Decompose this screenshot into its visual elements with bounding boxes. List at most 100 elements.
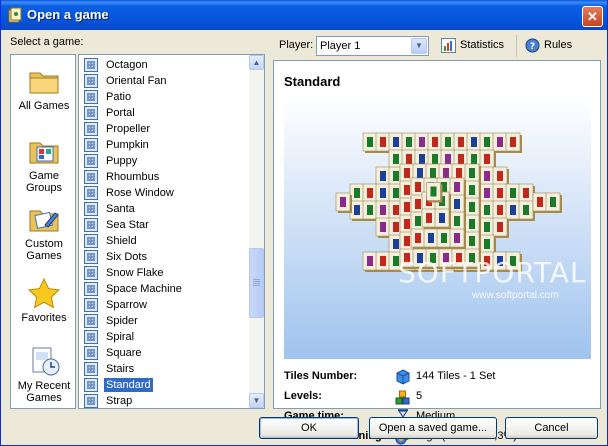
game-layout-icon [84, 154, 98, 168]
category-favorites[interactable]: Favorites [11, 277, 77, 324]
game-list-item[interactable]: Space Machine [83, 281, 249, 297]
folder-icon [29, 72, 59, 94]
game-name: Space Machine [106, 283, 182, 295]
game-name: Puppy [106, 155, 138, 167]
game-title: Standard [284, 74, 341, 89]
game-list-item[interactable]: Square [83, 345, 249, 361]
title-bar[interactable]: Open a game ✕ [1, 0, 607, 30]
game-layout-icon [84, 170, 98, 184]
rules-label: Rules [544, 39, 573, 51]
game-layout-icon [84, 378, 98, 392]
game-layout-icon [84, 346, 98, 360]
game-layout-icon [84, 122, 98, 136]
game-layout-icon [84, 90, 98, 104]
game-list-item[interactable]: Rhoumbus [83, 169, 249, 185]
statistics-label: Statistics [460, 39, 505, 51]
game-list-item[interactable]: Shield [83, 233, 249, 249]
game-list-item[interactable]: Spider [83, 313, 249, 329]
game-name: Rose Window [106, 187, 174, 199]
game-name: Square [106, 347, 142, 359]
game-list-item[interactable]: Octagon [83, 57, 249, 73]
game-name: Standard [104, 378, 153, 392]
tiles-row: Tiles Number: 144 Tiles - 1 Set [284, 368, 594, 386]
game-name: Portal [106, 107, 135, 119]
levels-icon [395, 390, 410, 405]
game-list: Octagon Oriental Fan Patio Portal Propeller P… [79, 55, 249, 408]
game-layout-icon [84, 282, 98, 296]
game-layout-icon [84, 58, 98, 72]
game-list-item[interactable]: Santa [83, 201, 249, 217]
open-saved-game-button[interactable]: Open a saved game... [369, 417, 497, 439]
svg-text:?: ? [530, 42, 535, 52]
mahjong-layout-image [335, 132, 562, 272]
game-list-item[interactable]: Snow Flake [83, 265, 249, 281]
help-icon: ? [525, 38, 540, 53]
game-name: Six Dots [106, 251, 147, 263]
scroll-thumb[interactable] [249, 248, 264, 318]
game-list-item[interactable]: Six Dots [83, 249, 249, 265]
game-name: Santa [106, 203, 135, 215]
game-list-item[interactable]: Patio [83, 89, 249, 105]
category-game-groups[interactable]: Game Groups [11, 135, 77, 194]
game-name: Sparrow [106, 299, 147, 311]
game-name: Snow Flake [106, 267, 164, 279]
recent-games-icon [32, 347, 60, 376]
game-name: Patio [106, 91, 132, 103]
category-all-games[interactable]: All Games [11, 65, 77, 112]
game-list-item[interactable]: Stairs [83, 361, 249, 377]
game-list-item[interactable]: Propeller [83, 121, 249, 137]
game-name: Stairs [106, 363, 135, 375]
game-list-item[interactable]: Spiral [83, 329, 249, 345]
levels-key: Levels: [284, 390, 322, 402]
game-list-item[interactable]: Strap [83, 393, 249, 408]
game-name: Spiral [106, 331, 135, 343]
chevron-down-icon[interactable]: ▼ [411, 38, 427, 54]
game-name: Oriental Fan [106, 75, 167, 87]
category-pane: All Games Game Groups Custom Games Favor… [10, 54, 76, 409]
tiles-value: 144 Tiles - 1 Set [416, 370, 496, 382]
select-game-label: Select a game: [10, 36, 84, 48]
scroll-up-button[interactable]: ▲ [249, 55, 264, 70]
ok-button[interactable]: OK [259, 417, 359, 439]
category-custom-games[interactable]: Custom Games [11, 203, 77, 262]
game-layout-icon [84, 314, 98, 328]
game-layout-icon [84, 202, 98, 216]
game-list-item[interactable]: Sparrow [83, 297, 249, 313]
game-list-item[interactable]: Portal [83, 105, 249, 121]
game-name: Octagon [106, 59, 148, 71]
game-list-item[interactable]: Standard [83, 377, 249, 393]
player-value: Player 1 [320, 40, 361, 52]
game-list-item[interactable]: Pumpkin [83, 137, 249, 153]
watermark-text: SOFTPORTAL [398, 256, 587, 289]
game-list-pane: Octagon Oriental Fan Patio Portal Propeller P… [78, 54, 265, 409]
scroll-down-button[interactable]: ▼ [249, 393, 264, 408]
game-name: Pumpkin [106, 139, 149, 151]
window-title: Open a game [27, 7, 109, 22]
custom-games-icon [29, 210, 59, 232]
statistics-icon [441, 38, 456, 53]
player-select[interactable]: Player 1 ▼ [316, 36, 429, 56]
game-list-item[interactable]: Rose Window [83, 185, 249, 201]
game-layout-icon [84, 250, 98, 264]
levels-value: 5 [416, 390, 423, 402]
levels-row: Levels: 5 [284, 388, 594, 406]
category-recent-games[interactable]: My Recent Games [11, 345, 77, 404]
game-layout-icon [84, 218, 98, 232]
close-button[interactable]: ✕ [582, 6, 603, 27]
game-name: Shield [106, 235, 137, 247]
game-list-item[interactable]: Sea Star [83, 217, 249, 233]
game-list-item[interactable]: Puppy [83, 153, 249, 169]
game-name: Spider [106, 315, 138, 327]
game-name: Propeller [106, 123, 151, 135]
game-layout-icon [84, 138, 98, 152]
game-list-item[interactable]: Oriental Fan [83, 73, 249, 89]
star-icon [27, 277, 61, 309]
open-game-dialog: Open a game ✕ Select a game: All Games G… [0, 0, 608, 446]
game-layout-icon [84, 362, 98, 376]
app-icon [8, 7, 22, 23]
watermark-url: www.softportal.com [472, 290, 559, 301]
game-list-scrollbar[interactable]: ▲ ▼ [249, 55, 264, 408]
game-name: Strap [106, 395, 133, 407]
cancel-button[interactable]: Cancel [505, 417, 598, 439]
game-detail-pane: Standard SOFTPORTAL www.softportal.com T… [273, 60, 601, 445]
